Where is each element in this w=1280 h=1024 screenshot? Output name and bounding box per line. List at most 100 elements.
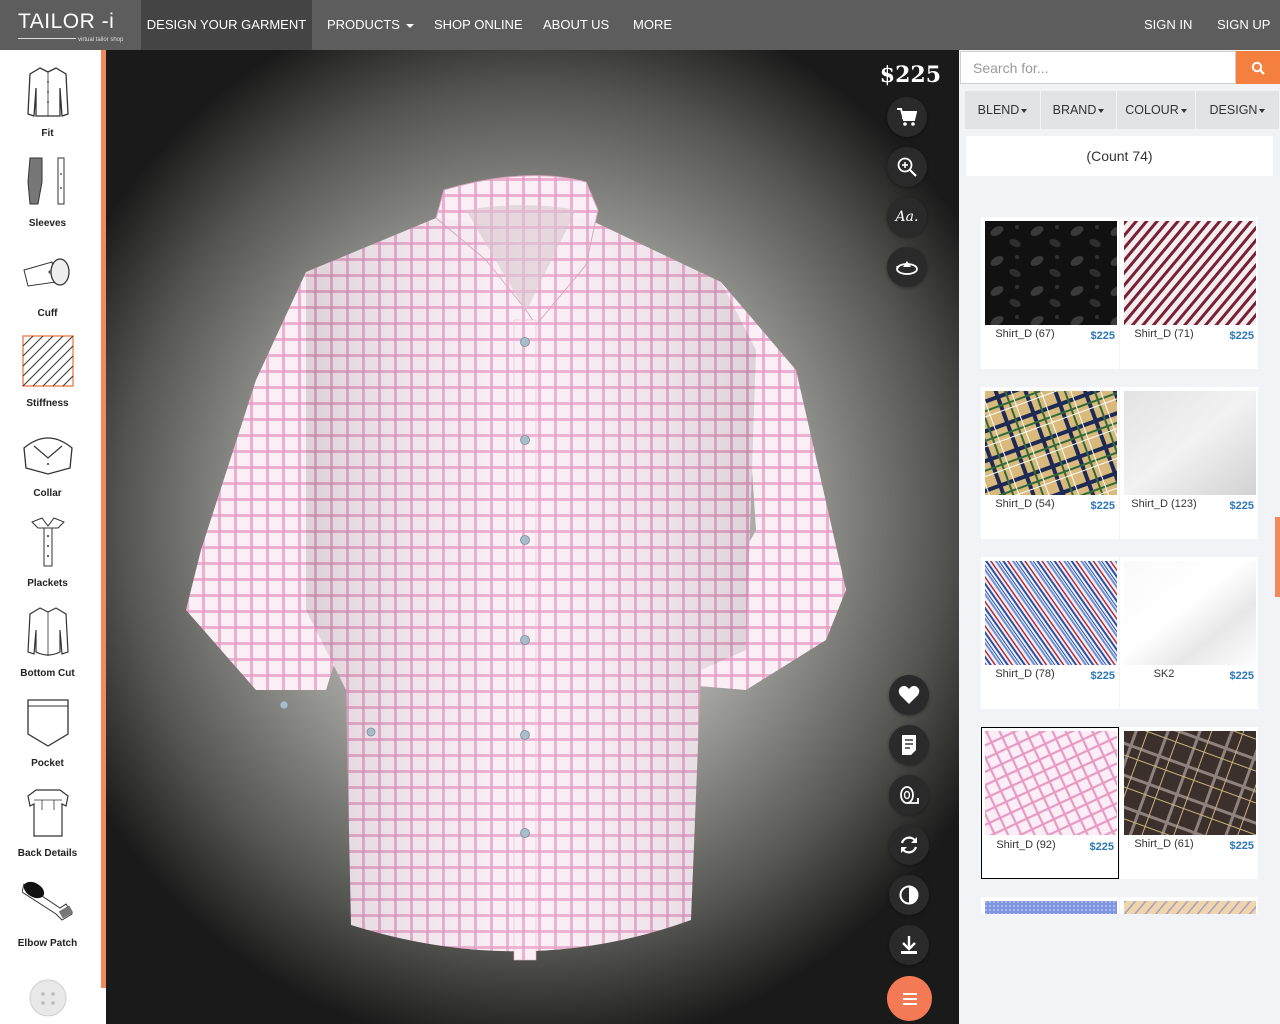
fabric-name: Shirt_D (123) bbox=[1131, 498, 1197, 510]
refresh-icon bbox=[900, 836, 918, 854]
fabric-panel: BLEND BRAND COLOUR DESIGN (Count 74) bbox=[959, 50, 1280, 1024]
sidebar-item-sleeves[interactable]: Sleeves bbox=[0, 146, 95, 236]
sidebar-item-bottom-cut[interactable]: Bottom Cut bbox=[0, 596, 95, 686]
filter-blend[interactable]: BLEND bbox=[965, 91, 1041, 129]
fabric-card[interactable]: SK2 $225 bbox=[1120, 557, 1258, 709]
sidebar-item-cuff[interactable]: Cuff bbox=[0, 236, 95, 326]
fabric-card[interactable]: Shirt_D (123) $225 bbox=[1120, 387, 1258, 539]
sidebar-item-label: Cuff bbox=[37, 308, 58, 319]
fabric-roll-button[interactable] bbox=[889, 775, 929, 815]
sidebar-item-elbow-patch[interactable]: Elbow Patch bbox=[0, 866, 95, 956]
reset-design-button[interactable] bbox=[889, 825, 929, 865]
sleeves-icon bbox=[27, 157, 65, 205]
filter-colour[interactable]: COLOUR bbox=[1117, 91, 1196, 129]
sidebar-item-collar[interactable]: Collar bbox=[0, 416, 95, 506]
favorite-button[interactable] bbox=[889, 675, 929, 715]
notes-button[interactable] bbox=[889, 725, 929, 765]
rotate-view-button[interactable] bbox=[887, 247, 927, 287]
fabric-swatch bbox=[985, 901, 1117, 915]
fabric-swatch bbox=[985, 561, 1117, 665]
fabric-swatch bbox=[1124, 221, 1256, 325]
fabric-swatch bbox=[985, 221, 1117, 325]
zoom-in-icon bbox=[897, 157, 917, 177]
collar-icon bbox=[23, 437, 73, 475]
heart-icon bbox=[898, 685, 920, 704]
download-button[interactable] bbox=[889, 925, 929, 965]
nav-shop-online[interactable]: SHOP ONLINE bbox=[434, 0, 523, 50]
fabric-swatch bbox=[1124, 901, 1256, 915]
sidebar-item-fit[interactable]: Fit bbox=[0, 56, 95, 146]
fabric-card[interactable]: Shirt_D (78) $225 bbox=[981, 557, 1119, 709]
cart-icon bbox=[897, 108, 918, 126]
search-icon bbox=[1251, 61, 1265, 75]
fabric-name: Shirt_D (78) bbox=[995, 668, 1055, 680]
button-icon bbox=[29, 979, 67, 1017]
garment-preview-canvas[interactable]: $225 Aa. bbox=[106, 50, 959, 1024]
nav-about-us[interactable]: ABOUT US bbox=[543, 0, 609, 50]
fabric-swatch bbox=[1124, 561, 1256, 665]
garment-price: $225 bbox=[879, 62, 941, 88]
fabric-card-selected[interactable]: Shirt_D (92) $225 bbox=[981, 727, 1119, 879]
nav-products[interactable]: PRODUCTS bbox=[327, 0, 414, 50]
contrast-button[interactable] bbox=[889, 875, 929, 915]
shirt-preview bbox=[186, 175, 846, 961]
fabric-name: Shirt_D (67) bbox=[995, 328, 1055, 340]
sidebar-item-stiffness[interactable]: Stiffness bbox=[0, 326, 95, 416]
filter-design[interactable]: DESIGN bbox=[1196, 91, 1280, 129]
logo[interactable]: TAILOR -i virtual tailor shop bbox=[0, 0, 141, 50]
logo-tagline: virtual tailor shop bbox=[78, 37, 124, 43]
sidebar-item-label: Sleeves bbox=[28, 218, 67, 229]
monogram-button[interactable]: Aa. bbox=[887, 197, 927, 237]
panel-scrollbar[interactable] bbox=[1275, 517, 1280, 597]
fabric-card[interactable]: Shirt_D (61) $225 bbox=[1120, 727, 1258, 879]
logo-needle-line bbox=[18, 38, 76, 39]
elbow-patch-icon bbox=[22, 881, 74, 921]
fabric-swatch bbox=[985, 391, 1117, 495]
sidebar-item-plackets[interactable]: Plackets bbox=[0, 506, 95, 596]
stiffness-icon bbox=[22, 335, 74, 387]
fabric-roll-icon bbox=[900, 786, 919, 804]
bottom-cut-icon bbox=[27, 607, 69, 656]
chevron-down-icon bbox=[1259, 108, 1266, 113]
add-to-cart-button[interactable] bbox=[887, 97, 927, 137]
search-button[interactable] bbox=[1236, 51, 1280, 84]
rotate-view-icon bbox=[896, 261, 918, 275]
fabric-name: SK2 bbox=[1153, 668, 1175, 680]
shirt-fit-icon bbox=[27, 67, 69, 117]
nav-products-label: PRODUCTS bbox=[327, 17, 400, 32]
sidebar-item-pocket[interactable]: Pocket bbox=[0, 686, 95, 776]
sign-in-link[interactable]: SIGN IN bbox=[1144, 0, 1192, 50]
menu-button[interactable] bbox=[887, 976, 932, 1021]
zoom-button[interactable] bbox=[887, 147, 927, 187]
fabric-name: Shirt_D (71) bbox=[1134, 328, 1194, 340]
design-options-sidebar: Fit Sleeves Cuff Stiffness Collar Placke… bbox=[0, 50, 101, 1024]
sidebar-item-back-details[interactable]: Back Details bbox=[0, 776, 95, 866]
filter-brand[interactable]: BRAND bbox=[1041, 91, 1117, 129]
top-navbar: TAILOR -i virtual tailor shop DESIGN YOU… bbox=[0, 0, 1280, 50]
sidebar-item-label: Pocket bbox=[31, 758, 64, 769]
filter-label: COLOUR bbox=[1125, 103, 1179, 117]
nav-design-your-garment[interactable]: DESIGN YOUR GARMENT bbox=[141, 0, 312, 50]
contrast-icon bbox=[899, 885, 919, 905]
fabric-price: $225 bbox=[1089, 841, 1114, 853]
sign-up-link[interactable]: SIGN UP bbox=[1217, 0, 1270, 50]
search-input[interactable] bbox=[960, 51, 1236, 84]
sidebar-item-buttons[interactable] bbox=[0, 956, 95, 1024]
fabric-price: $225 bbox=[1090, 330, 1115, 342]
fabric-swatch bbox=[1124, 731, 1256, 835]
notes-icon bbox=[902, 735, 916, 755]
filter-label: DESIGN bbox=[1209, 103, 1258, 117]
nav-more[interactable]: MORE bbox=[633, 0, 672, 50]
monogram-icon: Aa. bbox=[895, 209, 919, 225]
chevron-down-icon bbox=[1180, 108, 1187, 113]
filter-label: BLEND bbox=[977, 103, 1020, 117]
fabric-card[interactable]: Shirt_D (67) $225 bbox=[981, 217, 1119, 369]
logo-text: TAILOR -i bbox=[18, 10, 115, 33]
fabric-price: $225 bbox=[1229, 330, 1254, 342]
fabric-count: (Count 74) bbox=[966, 136, 1273, 176]
pocket-icon bbox=[27, 699, 69, 747]
fabric-price: $225 bbox=[1229, 500, 1254, 512]
fabric-card[interactable]: Shirt_D (54) $225 bbox=[981, 387, 1119, 539]
download-icon bbox=[901, 936, 917, 954]
fabric-card[interactable]: Shirt_D (71) $225 bbox=[1120, 217, 1258, 369]
